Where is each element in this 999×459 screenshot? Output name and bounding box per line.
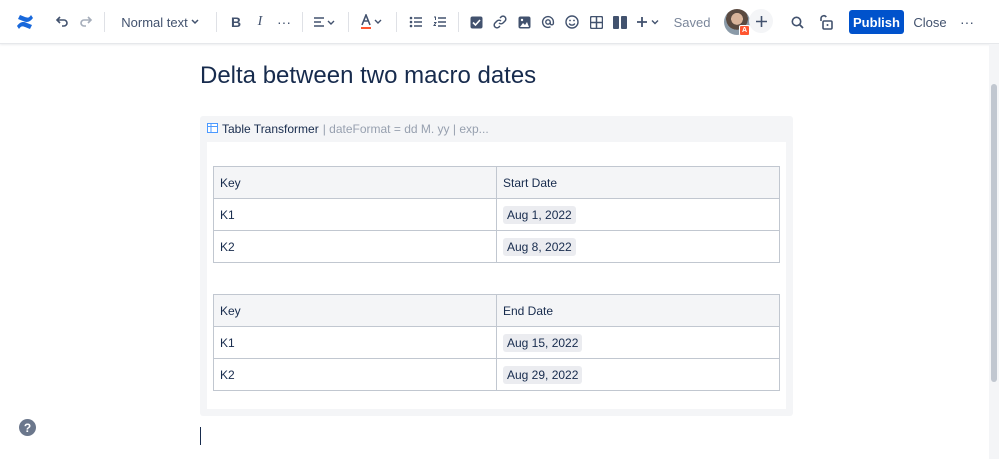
table-transformer-icon — [207, 122, 218, 136]
table-row: K1 Aug 1, 2022 — [213, 198, 780, 231]
toolbar-divider — [458, 12, 459, 32]
macro-params: | dateFormat = dd M. yy | exp... — [322, 122, 489, 136]
text-style-label: Normal text — [121, 14, 188, 30]
plus-icon — [755, 15, 767, 27]
date-lozenge[interactable]: Aug 29, 2022 — [503, 365, 583, 384]
date-lozenge[interactable]: Aug 8, 2022 — [503, 237, 576, 256]
action-item-icon[interactable] — [466, 0, 486, 44]
page-title[interactable]: Delta between two macro dates — [200, 62, 536, 90]
publish-button[interactable]: Publish — [849, 10, 904, 34]
chevron-down-icon — [191, 19, 199, 25]
toolbar-divider — [396, 12, 397, 32]
table-cell-date[interactable]: Aug 1, 2022 — [496, 198, 780, 231]
table-cell-key[interactable]: K2 — [213, 358, 497, 391]
avatar-badge: A — [739, 25, 750, 36]
date-lozenge[interactable]: Aug 1, 2022 — [503, 205, 576, 224]
table-row: K2 Aug 8, 2022 — [213, 230, 780, 263]
table-header-cell[interactable]: Key — [213, 294, 497, 327]
numbered-list-icon[interactable] — [430, 0, 450, 44]
restrictions-icon[interactable] — [815, 0, 837, 44]
table-cell-key[interactable]: K2 — [213, 230, 497, 263]
table-header-cell[interactable]: Start Date — [496, 166, 780, 199]
help-icon[interactable]: ? — [19, 419, 36, 436]
bullet-list-icon[interactable] — [406, 0, 426, 44]
table-header-cell[interactable]: End Date — [496, 294, 780, 327]
toolbar-divider — [302, 12, 303, 32]
table-header-row: Key End Date — [213, 294, 780, 327]
toolbar-divider — [216, 12, 217, 32]
more-icon[interactable]: ··· — [957, 0, 977, 44]
table-row: K2 Aug 29, 2022 — [213, 358, 780, 391]
table-cell-date[interactable]: Aug 15, 2022 — [496, 326, 780, 359]
start-date-table: Key Start Date K1 Aug 1, 2022 K2 Aug 8, … — [213, 166, 780, 263]
editor-toolbar: Normal text B I ··· Saved A Publish Clos… — [0, 0, 999, 44]
table-row: K1 Aug 15, 2022 — [213, 326, 780, 359]
saved-label: Saved — [673, 14, 711, 30]
image-icon[interactable] — [514, 0, 534, 44]
toolbar-divider — [348, 12, 349, 32]
search-icon[interactable] — [787, 0, 807, 44]
macro-header[interactable]: Table Transformer | dateFormat = dd M. y… — [207, 120, 489, 138]
text-cursor — [200, 427, 201, 445]
link-icon[interactable] — [490, 0, 510, 44]
mention-icon[interactable] — [538, 0, 558, 44]
redo-icon[interactable] — [76, 0, 96, 44]
table-header-row: Key Start Date — [213, 166, 780, 199]
table-cell-key[interactable]: K1 — [213, 198, 497, 231]
confluence-logo-icon[interactable] — [12, 0, 38, 44]
bold-icon[interactable]: B — [226, 0, 246, 44]
table-icon[interactable] — [586, 0, 606, 44]
insert-icon[interactable] — [634, 0, 662, 44]
table-header-cell[interactable]: Key — [213, 166, 497, 199]
scrollbar-thumb[interactable] — [991, 84, 997, 382]
date-lozenge[interactable]: Aug 15, 2022 — [503, 333, 583, 352]
end-date-table: Key End Date K1 Aug 15, 2022 K2 Aug 29, … — [213, 294, 780, 391]
table-cell-date[interactable]: Aug 8, 2022 — [496, 230, 780, 263]
italic-icon[interactable]: I — [250, 0, 270, 44]
text-style-dropdown[interactable]: Normal text — [120, 0, 200, 44]
more-formatting-icon[interactable]: ··· — [274, 0, 294, 44]
add-collaborator-button[interactable] — [749, 9, 773, 33]
toolbar-divider — [104, 12, 105, 32]
close-button[interactable]: Close — [910, 10, 950, 34]
layouts-icon[interactable] — [610, 0, 630, 44]
macro-name: Table Transformer — [222, 122, 319, 136]
table-cell-date[interactable]: Aug 29, 2022 — [496, 358, 780, 391]
text-color-icon[interactable] — [358, 0, 386, 44]
align-icon[interactable] — [310, 0, 338, 44]
table-cell-key[interactable]: K1 — [213, 326, 497, 359]
undo-icon[interactable] — [52, 0, 72, 44]
save-status: Saved — [672, 0, 712, 44]
emoji-icon[interactable] — [562, 0, 582, 44]
